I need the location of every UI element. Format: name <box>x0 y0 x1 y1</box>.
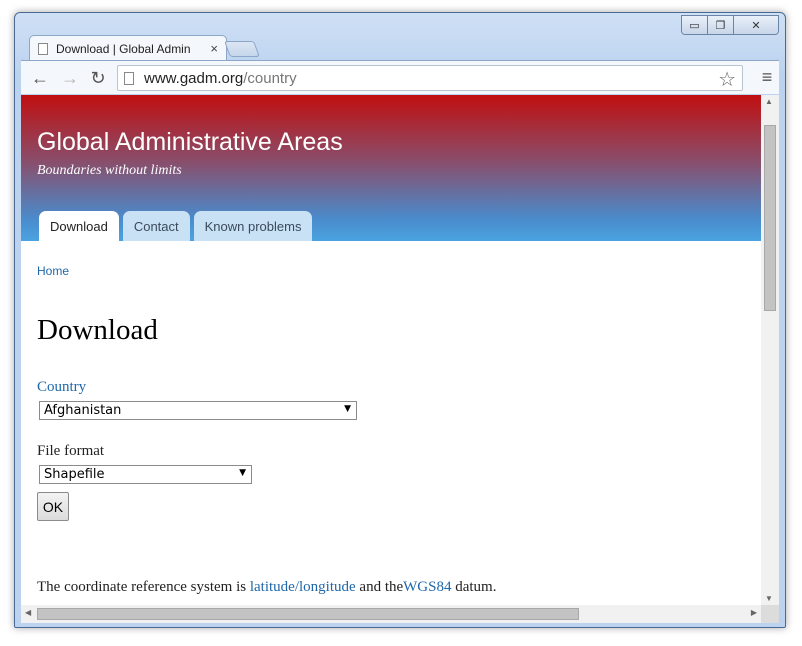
tab-known-problems[interactable]: Known problems <box>193 211 313 241</box>
page-icon <box>38 42 48 55</box>
page-viewport: Global Administrative Areas Boundaries w… <box>21 95 779 623</box>
page-title: Download <box>37 314 158 346</box>
tab-download[interactable]: Download <box>39 211 119 241</box>
new-tab-button[interactable] <box>224 41 260 57</box>
site-header: Global Administrative Areas Boundaries w… <box>21 95 761 241</box>
country-value: Afghanistan <box>44 403 122 418</box>
country-select[interactable]: Afghanistan ▼ <box>39 401 357 420</box>
latlon-link[interactable]: latitude/longitude <box>250 579 356 595</box>
forward-icon[interactable]: → <box>59 67 81 89</box>
window-controls: ▭ ❐ ✕ <box>681 15 779 35</box>
url-path: /country <box>243 69 297 87</box>
browser-window: ▭ ❐ ✕ Download | Global Admin × ← → ↻ ww… <box>14 12 786 628</box>
tab-close-icon[interactable]: × <box>210 41 218 56</box>
scroll-down-icon[interactable]: ▼ <box>765 594 773 603</box>
breadcrumb[interactable]: Home <box>37 264 69 278</box>
crs-prefix: The coordinate reference system is <box>37 579 250 595</box>
scroll-right-icon[interactable]: ▶ <box>751 608 757 617</box>
browser-tab[interactable]: Download | Global Admin × <box>29 35 227 61</box>
vertical-scrollbar[interactable]: ▲ ▼ <box>761 95 779 605</box>
horizontal-scrollbar[interactable]: ◀ ▶ <box>21 605 761 623</box>
scrollbar-corner <box>761 605 779 623</box>
format-label: File format <box>37 443 105 459</box>
format-value: Shapefile <box>44 467 105 482</box>
country-label: Country <box>37 379 87 395</box>
crs-suffix: datum. <box>451 579 497 595</box>
primary-tabs: Download Contact Known problems <box>39 211 316 241</box>
close-window-button[interactable]: ✕ <box>734 16 778 34</box>
browser-toolbar: ← → ↻ www.gadm.org/country ☆ ≡ <box>21 60 779 94</box>
menu-icon[interactable]: ≡ <box>757 67 777 89</box>
bookmark-star-icon[interactable]: ☆ <box>718 67 736 92</box>
reload-icon[interactable]: ↻ <box>87 67 109 89</box>
vertical-scroll-thumb[interactable] <box>764 125 776 311</box>
tab-title: Download | Global Admin <box>56 41 191 56</box>
back-icon[interactable]: ← <box>29 67 51 89</box>
tab-contact[interactable]: Contact <box>122 211 190 241</box>
wgs84-link[interactable]: WGS84 <box>403 579 451 595</box>
ok-button[interactable]: OK <box>37 492 69 521</box>
crs-paragraph: The coordinate reference system is latit… <box>37 579 496 596</box>
maximize-button[interactable]: ❐ <box>708 16 734 34</box>
site-slogan: Boundaries without limits <box>37 163 182 178</box>
crs-middle: and the <box>355 579 404 595</box>
minimize-button[interactable]: ▭ <box>682 16 708 34</box>
horizontal-scroll-thumb[interactable] <box>37 608 579 620</box>
chevron-down-icon: ▼ <box>239 468 246 478</box>
address-bar[interactable]: www.gadm.org/country ☆ <box>117 65 743 91</box>
site-name[interactable]: Global Administrative Areas <box>37 128 343 157</box>
scroll-up-icon[interactable]: ▲ <box>765 97 773 106</box>
file-format-select[interactable]: Shapefile ▼ <box>39 465 252 484</box>
scroll-left-icon[interactable]: ◀ <box>25 608 31 617</box>
page-icon <box>124 71 134 85</box>
chevron-down-icon: ▼ <box>344 404 351 414</box>
url-host: www.gadm.org <box>144 69 244 87</box>
